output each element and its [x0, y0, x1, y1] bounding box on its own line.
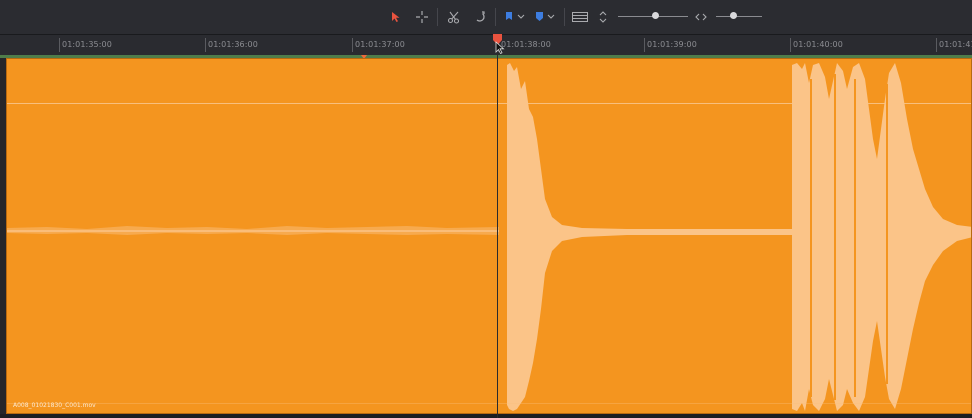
marker-icon[interactable]: [533, 0, 545, 34]
marker-dropdown-chevron-icon[interactable]: [546, 0, 556, 34]
ruler-timecode: 01:01:35:00: [62, 40, 112, 49]
ruler-tick: [790, 38, 791, 52]
timecode-ruler[interactable]: 01:01:35:00 01:01:36:00 01:01:37:00 01:0…: [0, 35, 972, 55]
ruler-tick: [644, 38, 645, 52]
ruler-timecode: 01:01:36:00: [208, 40, 258, 49]
timeline-bottom-edge: [0, 414, 972, 418]
ruler-tick: [936, 38, 937, 52]
ruler-timecode: 01:01:37:00: [355, 40, 405, 49]
link-icon[interactable]: [471, 0, 489, 34]
selection-arrow-icon[interactable]: [388, 0, 404, 34]
ruler-tick: [59, 38, 60, 52]
horizontal-zoom-slider-knob[interactable]: [729, 12, 737, 19]
playhead-line[interactable]: [497, 44, 498, 418]
track-height-icon[interactable]: [570, 0, 590, 34]
mouse-cursor-icon: [495, 41, 505, 55]
flag-dropdown-chevron-icon[interactable]: [516, 0, 526, 34]
toolbar-separator: [437, 8, 438, 26]
ruler-tick: [205, 38, 206, 52]
toolbar-separator: [495, 8, 496, 26]
timeline-toolbar: [0, 0, 972, 35]
ruler-timecode: 01:01:41:: [939, 40, 972, 49]
horizontal-zoom-icon[interactable]: [693, 0, 709, 34]
trim-tool-icon[interactable]: [413, 0, 431, 34]
vertical-zoom-slider-knob[interactable]: [651, 12, 659, 19]
vertical-zoom-icon[interactable]: [598, 0, 608, 34]
blade-tool-icon[interactable]: [445, 0, 463, 34]
horizontal-zoom-slider-track[interactable]: [716, 16, 762, 17]
clip-name-label: A008_01021830_C001.mov: [13, 402, 96, 409]
audio-clip[interactable]: A008_01021830_C001.mov: [6, 58, 972, 414]
flag-icon[interactable]: [503, 0, 515, 34]
ruler-timecode: 01:01:40:00: [793, 40, 843, 49]
audio-waveform: [7, 63, 971, 411]
ruler-timecode: 01:01:38:00: [501, 40, 551, 49]
ruler-tick: [352, 38, 353, 52]
toolbar-separator: [564, 8, 565, 26]
clip-bottom-line: [7, 403, 971, 404]
ruler-timecode: 01:01:39:00: [647, 40, 697, 49]
